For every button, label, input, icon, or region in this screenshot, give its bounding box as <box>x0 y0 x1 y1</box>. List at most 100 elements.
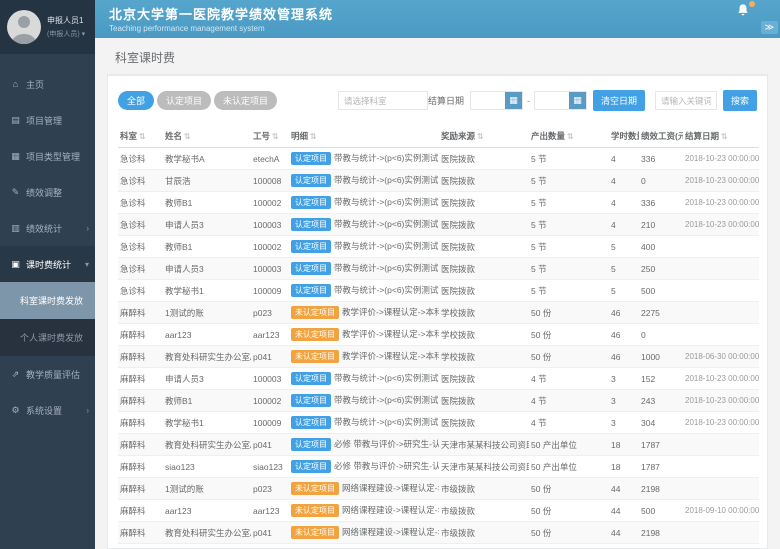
sidebar-item-quality-eval[interactable]: ⇗ 教学质量评估 <box>0 356 95 392</box>
table-row[interactable]: 麻醉科 教学秘书1 100009 认定项目带教与统计->(p<6)实例测试 医院… <box>118 412 759 434</box>
sidebar-item-label: 项目管理 <box>26 114 62 127</box>
table-row[interactable]: 麻醉科 1测试的账 p023 未认定项目网络课程建设->课程认定->本科->学员… <box>118 478 759 500</box>
department-select-input[interactable] <box>338 91 428 110</box>
table-row[interactable]: 急诊科 教学秘书1 100009 认定项目带教与统计->(p<6)实例测试 医院… <box>118 280 759 302</box>
cell-source: 天津市某某科技公司资助项目 <box>439 456 529 478</box>
search-button[interactable]: 搜索 <box>723 90 757 111</box>
date-from-input[interactable] <box>471 93 505 108</box>
cell-settle-date: 2018-10-23 00:00:00 <box>683 390 759 412</box>
calendar-icon: ▣ <box>10 259 21 270</box>
sidebar-item-project-type[interactable]: ▦ 项目类型管理 <box>0 138 95 174</box>
cell-output: 5 节 <box>529 148 609 170</box>
cell-detail: 认定项目带教与统计->(p<6)实例测试 <box>289 390 439 412</box>
project-status-badge: 认定项目 <box>291 284 331 297</box>
cell-source: 医院拨款 <box>439 390 529 412</box>
sidebar-item-project-management[interactable]: ▤ 项目管理 <box>0 102 95 138</box>
cell-output: 50 份 <box>529 522 609 544</box>
app-subtitle: Teaching performance management system <box>109 24 780 33</box>
sidebar-subitem-label: 科室课时费发放 <box>20 294 83 307</box>
sidebar-subitem-dept-fee[interactable]: 科室课时费发放 <box>0 282 95 319</box>
cell-dept: 急诊科 <box>118 236 163 258</box>
cell-salary: 2198 <box>639 478 683 500</box>
keyword-search-input[interactable] <box>655 91 717 110</box>
sidebar-item-perf-adjust[interactable]: ✎ 绩效调整 <box>0 174 95 210</box>
sidebar-subitem-personal-fee[interactable]: 个人课时费发放 <box>0 319 95 356</box>
filter-all-button[interactable]: 全部 <box>118 91 154 110</box>
cell-hours: 4 <box>609 214 639 236</box>
project-status-badge: 认定项目 <box>291 196 331 209</box>
cell-name: 教学秘书A <box>163 148 251 170</box>
table-row[interactable]: 急诊科 申请人员3 100003 认定项目带教与统计->(p<6)实例测试 医院… <box>118 214 759 236</box>
header-dept[interactable]: 科室⇅ <box>118 125 163 148</box>
header-output[interactable]: 产出数量⇅ <box>529 125 609 148</box>
user-panel[interactable]: 申报人员1 (申报人员) ▾ <box>0 0 95 54</box>
sidebar-item-perf-stats[interactable]: ▥ 绩效统计 › <box>0 210 95 246</box>
table-row[interactable]: 急诊科 教学秘书A etechA 认定项目带教与统计->(p<6)实例测试 医院… <box>118 148 759 170</box>
table-row[interactable]: 麻醉科 教师B1 100002 认定项目带教与统计->(p<6)实例测试 医院拨… <box>118 390 759 412</box>
header-source[interactable]: 奖励来源⇅ <box>439 125 529 148</box>
cell-settle-date <box>683 280 759 302</box>
cell-employee-id: p023 <box>251 478 289 500</box>
table-row[interactable]: 麻醉科 siao123 siao123 认定项目必修 带教与评价->研究生-认定… <box>118 456 759 478</box>
sidebar-item-settings[interactable]: ⚙ 系统设置 › <box>0 392 95 428</box>
table-row[interactable]: 麻醉科 教育处科研实生办公室A p041 认定项目学生活动->继续教育-认定-学… <box>118 544 759 549</box>
cell-hours: 46 <box>609 302 639 324</box>
table-row[interactable]: 麻醉科 aar123 aar123 未认定项目网络课程建设->课程认定->本科-… <box>118 500 759 522</box>
calendar-icon[interactable]: ▦ <box>505 92 522 109</box>
detail-text: 带教与统计->(p<6)实例测试 <box>334 373 438 383</box>
project-status-badge: 认定项目 <box>291 262 331 275</box>
notification-bell-button[interactable] <box>736 3 752 19</box>
cell-dept: 麻醉科 <box>118 412 163 434</box>
dropdown-caret-icon: ▾ <box>82 31 86 38</box>
cell-salary: 2198 <box>639 522 683 544</box>
date-to-field[interactable]: ▦ <box>534 91 587 110</box>
clear-date-button[interactable]: 清空日期 <box>593 90 645 111</box>
table-row[interactable]: 麻醉科 教育处科研实生办公室A p041 未认定项目教学评价->课程认定->本科… <box>118 346 759 368</box>
table-row[interactable]: 麻醉科 申请人员3 100003 认定项目带教与统计->(p<6)实例测试 医院… <box>118 368 759 390</box>
table-row[interactable]: 麻醉科 aar123 aar123 未认定项目教学评价->课程认定->本科->无… <box>118 324 759 346</box>
cell-detail: 未认定项目网络课程建设->课程认定->本科->学员 <box>289 500 439 522</box>
header-hours[interactable]: 学时数量⇅ <box>609 125 639 148</box>
sort-icon: ⇅ <box>184 132 191 141</box>
detail-text: 教学评价->课程认定->本科->无接受人 <box>342 329 439 339</box>
fee-table-body: 急诊科 教学秘书A etechA 认定项目带教与统计->(p<6)实例测试 医院… <box>118 148 759 549</box>
header-detail[interactable]: 明细⇅ <box>289 125 439 148</box>
table-row[interactable]: 麻醉科 1测试的账 p023 未认定项目教学评价->课程认定->本科->无接受人… <box>118 302 759 324</box>
gear-icon: ⚙ <box>10 405 21 416</box>
cell-settle-date <box>683 258 759 280</box>
cell-output: 5 节 <box>529 258 609 280</box>
sidebar-subitem-label: 个人课时费发放 <box>20 331 83 344</box>
date-to-input[interactable] <box>535 93 569 108</box>
header-salary[interactable]: 绩效工资(元)⇅ <box>639 125 683 148</box>
sidebar-item-home[interactable]: ⌂ 主页 <box>0 66 95 102</box>
calendar-icon[interactable]: ▦ <box>569 92 586 109</box>
table-row[interactable]: 急诊科 教师B1 100002 认定项目带教与统计->(p<6)实例测试 医院拨… <box>118 236 759 258</box>
filter-pending-button[interactable]: 未认定项目 <box>214 91 277 110</box>
header-employee-id[interactable]: 工号⇅ <box>251 125 289 148</box>
cell-name: aar123 <box>163 324 251 346</box>
cell-employee-id: 100003 <box>251 214 289 236</box>
table-row[interactable]: 急诊科 甘辰浩 100008 认定项目带教与统计->(p<6)实例测试 医院拨款… <box>118 170 759 192</box>
table-row[interactable]: 急诊科 教师B1 100002 认定项目带教与统计->(p<6)实例测试 医院拨… <box>118 192 759 214</box>
user-role-dropdown[interactable]: (申报人员) ▾ <box>47 29 85 39</box>
header-name[interactable]: 姓名⇅ <box>163 125 251 148</box>
collapse-panel-button[interactable]: ≫ <box>761 21 778 34</box>
sidebar-item-fee-stats[interactable]: ▣ 课时费统计 ▾ <box>0 246 95 282</box>
sort-icon: ⇅ <box>477 132 484 141</box>
filter-confirmed-button[interactable]: 认定项目 <box>157 91 211 110</box>
app-title: 北京大学第一医院教学绩效管理系统 <box>109 4 780 23</box>
date-from-field[interactable]: ▦ <box>470 91 523 110</box>
cell-hours: 18 <box>609 456 639 478</box>
table-row[interactable]: 急诊科 申请人员3 100003 认定项目带教与统计->(p<6)实例测试 医院… <box>118 258 759 280</box>
table-row[interactable]: 麻醉科 教育处科研实生办公室A p041 认定项目必修 带教与评价->研究生-认… <box>118 434 759 456</box>
cell-hours: 3 <box>609 368 639 390</box>
header-settle-date[interactable]: 结算日期⇅ <box>683 125 759 148</box>
cell-settle-date <box>683 324 759 346</box>
home-icon: ⌂ <box>10 79 21 89</box>
table-row[interactable]: 麻醉科 教育处科研实生办公室A p041 未认定项目网络课程建设->课程认定->… <box>118 522 759 544</box>
cell-detail: 认定项目带教与统计->(p<6)实例测试 <box>289 412 439 434</box>
cell-settle-date <box>683 522 759 544</box>
project-status-badge: 未认定项目 <box>291 306 339 319</box>
settle-date-label: 结算日期 <box>428 94 464 107</box>
cell-employee-id: 100009 <box>251 412 289 434</box>
